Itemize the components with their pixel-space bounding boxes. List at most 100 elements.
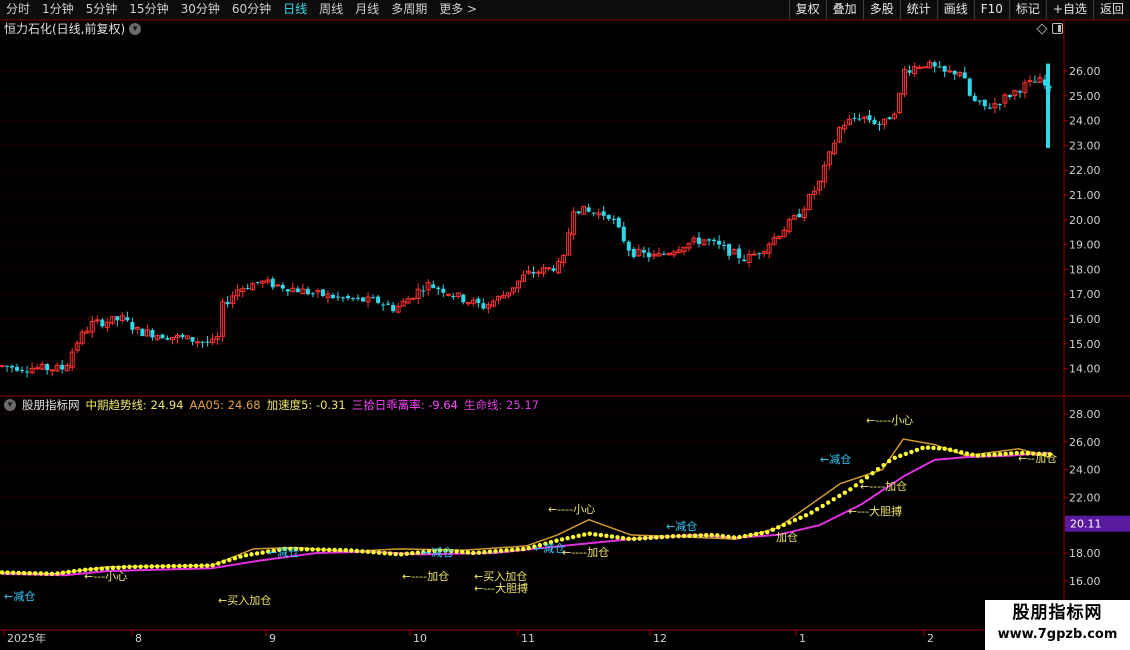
trend-dot	[343, 547, 348, 553]
trend-dot	[321, 547, 326, 552]
trend-dot	[504, 548, 509, 553]
signal-annotation: ←----加仓	[860, 479, 907, 493]
trend-dot	[582, 532, 587, 537]
trend-dot	[71, 569, 77, 574]
watermark-url: www.7gpzb.com	[997, 627, 1118, 642]
candle-body	[917, 66, 923, 69]
candle-body	[536, 271, 542, 274]
date-tick-label: 8	[135, 632, 142, 645]
candle-body	[1017, 91, 1022, 93]
candle-body	[947, 70, 953, 73]
candle-body	[60, 364, 65, 370]
trend-dot	[171, 563, 177, 569]
candle-body	[877, 124, 882, 126]
trend-dot	[698, 533, 703, 538]
chevron-down-icon[interactable]: ▾	[4, 399, 16, 411]
price-tick-label: 22.00	[1069, 164, 1101, 177]
candle-body	[611, 218, 616, 220]
candle-body	[987, 107, 992, 109]
trend-dot	[177, 563, 182, 569]
trend-dot	[354, 548, 360, 554]
trend-dot	[393, 551, 398, 557]
candle-body	[94, 319, 100, 322]
candle-body	[10, 366, 15, 368]
candle-body	[616, 217, 621, 228]
trend-dot	[387, 551, 393, 556]
candle-body	[857, 118, 862, 120]
trend-dot	[892, 455, 897, 460]
candle-body	[606, 215, 611, 219]
trend-dot	[875, 466, 881, 472]
signal-annotation: ←减仓	[4, 589, 35, 603]
candle-body	[461, 294, 466, 303]
trend-dot	[681, 533, 687, 539]
trend-dot	[487, 549, 493, 554]
candle-body	[476, 298, 481, 304]
trend-dot	[376, 550, 382, 555]
trend-dot	[365, 549, 371, 555]
candle-body	[867, 115, 872, 121]
trend-dot	[648, 535, 653, 540]
trend-dot	[482, 549, 487, 555]
candle-body	[25, 371, 30, 373]
candle-body	[180, 334, 185, 338]
trend-dot	[631, 536, 637, 542]
trend-dot	[149, 564, 154, 569]
indicator-value-1: AA05: 24.68	[189, 398, 261, 412]
candle-body	[356, 297, 361, 299]
candle-body	[160, 334, 165, 339]
candle-body	[646, 252, 651, 258]
candle-body	[1007, 95, 1012, 98]
candle-body	[586, 207, 591, 212]
trend-dot	[947, 447, 953, 453]
trend-dot	[0, 570, 5, 575]
indicator-name: 股朋指标网	[22, 398, 80, 412]
trend-dot	[814, 507, 820, 512]
trend-dot	[920, 445, 925, 451]
candle-body	[376, 296, 381, 303]
indicator-tick-label: 16.00	[1069, 575, 1101, 588]
trend-dot	[992, 452, 997, 457]
candle-body	[371, 297, 376, 299]
trend-dot	[964, 451, 970, 456]
trend-dot	[232, 556, 238, 561]
trend-dot	[654, 535, 659, 540]
signal-annotation: ←买入加仓	[474, 569, 527, 583]
price-tick-label: 18.00	[1069, 263, 1101, 276]
trend-dot	[587, 531, 592, 536]
price-tick-label: 14.00	[1069, 363, 1101, 376]
candle-body	[907, 70, 912, 73]
candle-body	[270, 278, 275, 288]
candle-body	[245, 288, 250, 290]
trend-dot	[687, 533, 692, 538]
candle-body	[717, 240, 722, 245]
trend-dot	[842, 490, 848, 495]
candle-body	[20, 370, 25, 372]
candle-body	[742, 259, 747, 262]
indicator-value-4: 生命线: 25.17	[464, 398, 539, 412]
trend-dot	[604, 533, 609, 539]
trend-dot	[5, 570, 10, 575]
price-tick-label: 24.00	[1069, 115, 1101, 128]
signal-annotation: ←----小心	[866, 414, 913, 427]
trend-dot	[349, 548, 354, 553]
candle-body	[601, 211, 606, 216]
date-tick-label: 1	[799, 632, 806, 645]
date-tick-label: 11	[521, 632, 535, 645]
candle-body	[205, 341, 210, 343]
date-tick-label: 10	[413, 632, 427, 645]
trend-dot	[515, 547, 520, 552]
trend-dot	[227, 557, 232, 563]
trend-dot	[1003, 451, 1008, 456]
trend-dot	[626, 536, 631, 542]
trend-dot	[643, 535, 648, 541]
candle-body	[641, 249, 646, 253]
signal-annotation: 加仓	[776, 530, 798, 544]
candlestick-chart[interactable]: 26.00 25.00 24.00 23.00 22.00 21.00 20.00 19.00…	[0, 0, 1130, 650]
trend-dot	[1008, 451, 1014, 456]
trend-dot	[615, 535, 620, 540]
trend-dot	[886, 458, 892, 464]
candle-body	[255, 281, 260, 283]
trend-dot	[903, 451, 909, 457]
trend-dot	[360, 549, 365, 554]
